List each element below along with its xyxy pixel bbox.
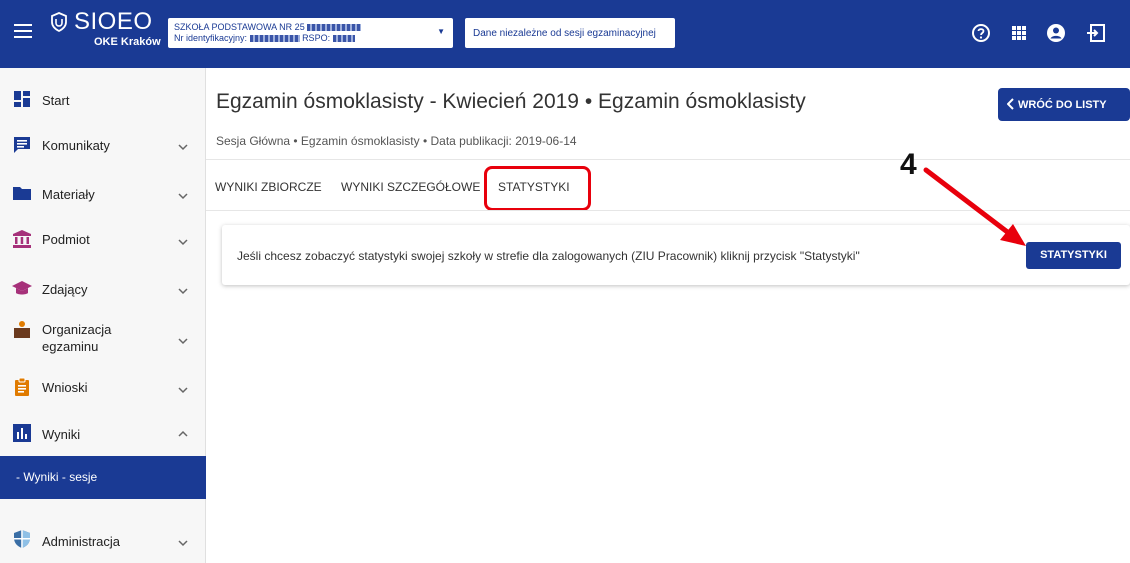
sidebar-subitem-wyniki-sesje[interactable]: - Wyniki - sesje bbox=[0, 456, 206, 499]
sidebar-item-podmiot[interactable]: Podmiot bbox=[0, 220, 206, 260]
statystyki-button[interactable]: STATYSTYKI bbox=[1026, 242, 1121, 269]
info-card: Jeśli chcesz zobaczyć statystyki swojej … bbox=[222, 225, 1130, 285]
sidebar-item-administracja[interactable]: Administracja bbox=[0, 520, 206, 560]
sidebar-item-wyniki[interactable]: Wyniki bbox=[0, 413, 206, 453]
logout-icon[interactable] bbox=[1085, 22, 1107, 44]
shield-logo-icon bbox=[51, 12, 67, 32]
redacted-text bbox=[332, 35, 355, 43]
dropdown-caret-icon: ▼ bbox=[437, 27, 445, 36]
chevron-down-icon bbox=[178, 288, 188, 295]
sidebar-item-label: Wyniki bbox=[42, 427, 81, 442]
step-number-annotation: 4 bbox=[900, 148, 917, 181]
sidebar-item-zdajacy[interactable]: Zdający bbox=[0, 268, 206, 308]
school-rspo-label: RSPO: bbox=[302, 33, 331, 43]
divider bbox=[206, 159, 1130, 160]
sidebar-item-komunikaty[interactable]: Komunikaty bbox=[0, 126, 206, 166]
redacted-text bbox=[249, 35, 300, 43]
logo-title: SIOEO bbox=[74, 8, 153, 35]
chevron-down-icon bbox=[178, 338, 188, 345]
sidebar-item-label: Wnioski bbox=[42, 380, 88, 395]
school-selector[interactable]: SZKOŁA PODSTAWOWA NR 25 Nr identyfikacyj… bbox=[168, 18, 453, 48]
breadcrumb: Sesja Główna • Egzamin ósmoklasisty • Da… bbox=[216, 134, 577, 148]
sidebar-item-start[interactable]: Start bbox=[0, 81, 206, 121]
sidebar-item-label: Podmiot bbox=[42, 232, 90, 247]
clipboard-icon bbox=[15, 377, 29, 396]
sidebar-item-label: Organizacja bbox=[42, 322, 112, 337]
dashboard-icon bbox=[14, 91, 30, 107]
bar-chart-icon bbox=[13, 424, 31, 442]
tab-wyniki-zbiorcze[interactable]: WYNIKI ZBIORCZE bbox=[215, 180, 322, 194]
chevron-down-icon bbox=[178, 239, 188, 246]
sidebar-item-organizacja-egzaminu[interactable]: Organizacja egzaminu bbox=[0, 314, 206, 366]
page-title: Egzamin ósmoklasisty - Kwiecień 2019 • E… bbox=[216, 90, 806, 113]
sidebar-item-label: Administracja bbox=[42, 534, 121, 549]
menu-icon[interactable] bbox=[14, 24, 32, 38]
institution-icon bbox=[13, 230, 31, 248]
tab-highlight-annotation bbox=[484, 166, 591, 211]
sidebar-item-label: Materiały bbox=[42, 187, 95, 202]
teacher-icon bbox=[14, 321, 30, 338]
sidebar-item-label: Komunikaty bbox=[42, 138, 110, 153]
chevron-down-icon bbox=[178, 387, 188, 394]
shield-icon bbox=[14, 530, 30, 548]
divider bbox=[206, 210, 1130, 211]
info-message: Jeśli chcesz zobaczyć statystyki swojej … bbox=[237, 249, 860, 263]
sidebar-item-label: egzaminu bbox=[42, 339, 99, 354]
back-to-list-button[interactable]: WRÓĆ DO LISTY bbox=[998, 88, 1130, 121]
folder-icon bbox=[13, 187, 31, 200]
help-icon[interactable] bbox=[970, 22, 992, 44]
sidebar: Start Komunikaty Materiały Podmiot Zdają… bbox=[0, 68, 206, 563]
apps-grid-icon[interactable] bbox=[1008, 22, 1030, 44]
session-independent-data-button[interactable]: Dane niezależne od sesji egzaminacyjnej bbox=[465, 18, 675, 48]
chevron-down-icon bbox=[178, 193, 188, 200]
chevron-down-icon bbox=[178, 144, 188, 151]
sidebar-item-label: Zdający bbox=[42, 282, 88, 297]
chevron-left-icon bbox=[1007, 98, 1014, 110]
chevron-up-icon bbox=[178, 430, 188, 437]
school-name: SZKOŁA PODSTAWOWA NR 25 bbox=[174, 22, 305, 32]
message-icon bbox=[14, 137, 30, 153]
sidebar-item-materialy[interactable]: Materiały bbox=[0, 173, 206, 213]
back-to-list-label: WRÓĆ DO LISTY bbox=[1018, 99, 1107, 111]
sidebar-item-wnioski[interactable]: Wnioski bbox=[0, 368, 206, 408]
sidebar-subitem-label: - Wyniki - sesje bbox=[16, 470, 98, 484]
top-app-bar: SIOEO OKE Kraków SZKOŁA PODSTAWOWA NR 25… bbox=[0, 0, 1130, 68]
sidebar-item-label: Start bbox=[42, 93, 70, 108]
logo-subtitle: OKE Kraków bbox=[94, 36, 161, 48]
school-id-label: Nr identyfikacyjny: bbox=[174, 33, 248, 43]
graduation-cap-icon bbox=[12, 281, 32, 295]
tab-wyniki-szczegolowe[interactable]: WYNIKI SZCZEGÓŁOWE bbox=[341, 180, 480, 194]
chevron-down-icon bbox=[178, 540, 188, 547]
account-icon[interactable] bbox=[1045, 22, 1067, 44]
redacted-text bbox=[307, 24, 362, 32]
